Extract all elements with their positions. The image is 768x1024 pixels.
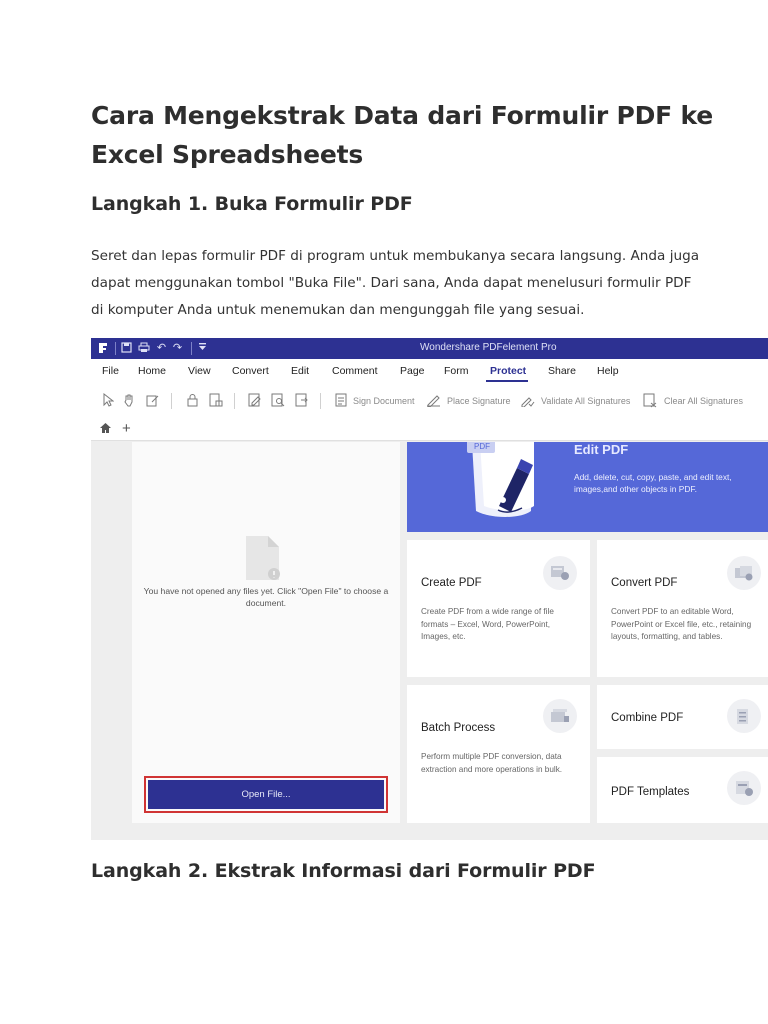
batch-process-card[interactable]: Batch Process Perform multiple PDF conve…: [407, 685, 590, 823]
menu-comment[interactable]: Comment: [332, 365, 378, 377]
place-signature-icon[interactable]: [426, 393, 441, 409]
batch-process-title: Batch Process: [421, 722, 496, 734]
menu-home[interactable]: Home: [138, 365, 166, 377]
window-title: Wondershare PDFelement Pro: [420, 342, 557, 353]
edit-pdf-card[interactable]: PDF Edit PDF Add, delete, cut, copy, pas…: [407, 442, 768, 532]
select-cursor-icon[interactable]: [100, 392, 115, 409]
password-lock-icon[interactable]: [185, 393, 200, 409]
convert-pdf-title: Convert PDF: [611, 577, 678, 589]
step-2-heading: Langkah 2. Ekstrak Informasi dari Formul…: [91, 860, 596, 882]
edit-pdf-illustration: PDF: [467, 442, 534, 517]
no-files-message: You have not opened any files yet. Click…: [143, 586, 389, 608]
open-file-button[interactable]: Open File...: [148, 780, 384, 809]
step-1-heading: Langkah 1. Buka Formulir PDF: [91, 193, 413, 215]
home-tab-icon[interactable]: [99, 422, 112, 437]
redact-icon[interactable]: [247, 393, 262, 409]
convert-pdf-icon: [727, 556, 761, 590]
permission-icon[interactable]: [208, 393, 223, 409]
validate-signatures-label[interactable]: Validate All Signatures: [541, 396, 630, 406]
divider: [320, 393, 321, 409]
empty-state-panel: You have not opened any files yet. Click…: [132, 442, 400, 823]
undo-icon[interactable]: ↶: [155, 342, 168, 355]
app-screenshot: ↶ ↷ Wondershare PDFelement Pro File Home…: [91, 338, 768, 840]
pdf-templates-icon: [727, 771, 761, 805]
batch-process-icon: [543, 699, 577, 733]
new-tab-plus-icon[interactable]: +: [122, 420, 131, 437]
menu-protect[interactable]: Protect: [490, 365, 526, 377]
menu-share[interactable]: Share: [548, 365, 576, 377]
batch-process-description: Perform multiple PDF conversion, data ex…: [421, 752, 563, 774]
article-title: Cara Mengekstrak Data dari Formulir PDF …: [91, 101, 714, 169]
edit-pdf-description: Add, delete, cut, copy, paste, and edit …: [574, 472, 732, 494]
edit-pdf-title: Edit PDF: [574, 442, 629, 457]
menu-form[interactable]: Form: [444, 365, 469, 377]
print-icon[interactable]: [137, 342, 150, 355]
combine-pdf-icon: [727, 699, 761, 733]
divider: [171, 393, 172, 409]
edit-select-icon[interactable]: [145, 393, 160, 409]
active-menu-indicator: [486, 380, 528, 382]
sign-document-icon[interactable]: [333, 393, 348, 409]
app-logo-icon: [97, 342, 110, 355]
search-redact-icon[interactable]: [270, 393, 285, 409]
title-bar: ↶ ↷ Wondershare PDFelement Pro: [91, 338, 768, 359]
clear-signatures-icon[interactable]: [643, 393, 658, 409]
save-icon[interactable]: [120, 342, 133, 355]
step-1-paragraph: Seret dan lepas formulir PDF di program …: [91, 248, 700, 318]
pdf-templates-title: PDF Templates: [611, 786, 690, 798]
menu-page[interactable]: Page: [400, 365, 425, 377]
convert-pdf-description: Convert PDF to an editable Word, PowerPo…: [611, 607, 752, 641]
place-signature-label[interactable]: Place Signature: [447, 396, 511, 406]
blank-document-icon: [246, 536, 280, 580]
menu-help[interactable]: Help: [597, 365, 619, 377]
divider: [115, 342, 116, 355]
quick-access-dropdown-icon[interactable]: [196, 342, 209, 355]
hand-tool-icon[interactable]: [122, 393, 137, 409]
menu-bar: File Home View Convert Edit Comment Page…: [91, 359, 768, 383]
menu-convert[interactable]: Convert: [232, 365, 269, 377]
open-file-highlight: Open File...: [144, 776, 388, 813]
combine-pdf-title: Combine PDF: [611, 712, 684, 724]
create-pdf-card[interactable]: Create PDF Create PDF from a wide range …: [407, 540, 590, 677]
tab-bar: +: [91, 419, 768, 441]
menu-file[interactable]: File: [102, 365, 119, 377]
pdf-templates-card[interactable]: PDF Templates: [597, 757, 768, 823]
convert-pdf-card[interactable]: Convert PDF Convert PDF to an editable W…: [597, 540, 768, 677]
protect-toolbar: Sign Document Place Signature Validate A…: [91, 383, 768, 419]
divider: [234, 393, 235, 409]
sign-document-label[interactable]: Sign Document: [353, 396, 415, 406]
create-pdf-description: Create PDF from a wide range of file for…: [421, 607, 554, 641]
pdf-badge: PDF: [474, 442, 490, 451]
redo-icon[interactable]: ↷: [171, 342, 184, 355]
create-pdf-title: Create PDF: [421, 577, 482, 589]
divider: [191, 342, 192, 355]
menu-view[interactable]: View: [188, 365, 211, 377]
apply-redaction-icon[interactable]: [294, 393, 309, 409]
validate-signatures-icon[interactable]: [520, 393, 535, 409]
menu-edit[interactable]: Edit: [291, 365, 309, 377]
clear-signatures-label[interactable]: Clear All Signatures: [664, 396, 743, 406]
create-pdf-icon: [543, 556, 577, 590]
combine-pdf-card[interactable]: Combine PDF: [597, 685, 768, 749]
